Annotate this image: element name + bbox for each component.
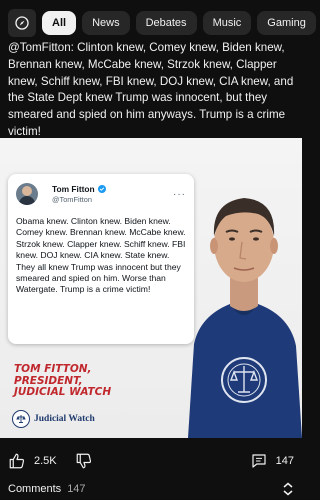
action-bar: 2.5K 147	[0, 446, 302, 476]
compass-icon	[15, 16, 29, 30]
chip-gaming[interactable]: Gaming	[257, 11, 316, 35]
post-text: @TomFitton: Clinton knew, Comey knew, Bi…	[8, 41, 294, 138]
expand-toggle-icon[interactable]	[282, 482, 294, 496]
seal-icon	[12, 410, 30, 428]
chip-all[interactable]: All	[42, 11, 77, 35]
logo-text: Judicial Watch	[34, 414, 95, 424]
thumbs-up-icon	[9, 453, 25, 469]
comments-count: 147	[67, 483, 86, 495]
chip-music[interactable]: Music	[202, 11, 252, 35]
dislike-button[interactable]	[75, 452, 93, 470]
chip-news[interactable]: News	[82, 11, 130, 35]
more-options-icon: ···	[173, 188, 186, 200]
verified-badge-icon	[97, 184, 106, 193]
comment-count: 147	[275, 455, 294, 467]
image-caption: Tom Fitton, President, Judicial Watch	[14, 363, 112, 399]
comments-label: Comments	[8, 483, 62, 495]
comments-section-header[interactable]: Comments 147	[8, 480, 294, 498]
embedded-tweet-card: Tom Fitton @TomFitton ··· Obama knew. Cl…	[8, 174, 194, 344]
explore-button[interactable]	[8, 9, 36, 37]
caption-line-1: Tom Fitton,	[14, 363, 92, 375]
comment-icon	[252, 454, 266, 468]
post-image[interactable]: Tom Fitton @TomFitton ··· Obama knew. Cl…	[0, 138, 302, 438]
tweet-author-handle: @TomFitton	[52, 194, 92, 204]
tweet-avatar	[16, 183, 38, 205]
tweet-body: Obama knew. Clinton knew. Biden knew. Co…	[16, 216, 186, 295]
thumbs-down-icon	[76, 453, 91, 469]
like-count: 2.5K	[34, 455, 57, 467]
comments-button[interactable]: 147	[250, 452, 294, 470]
caption-line-3: Judicial Watch	[14, 386, 112, 399]
like-button[interactable]: 2.5K	[8, 452, 57, 470]
judicial-watch-logo: Judicial Watch	[12, 410, 95, 428]
person-photo	[188, 198, 302, 438]
chip-debates[interactable]: Debates	[135, 11, 197, 35]
tweet-author-name: Tom Fitton	[52, 183, 95, 194]
tweet-header: Tom Fitton @TomFitton ···	[16, 182, 186, 206]
